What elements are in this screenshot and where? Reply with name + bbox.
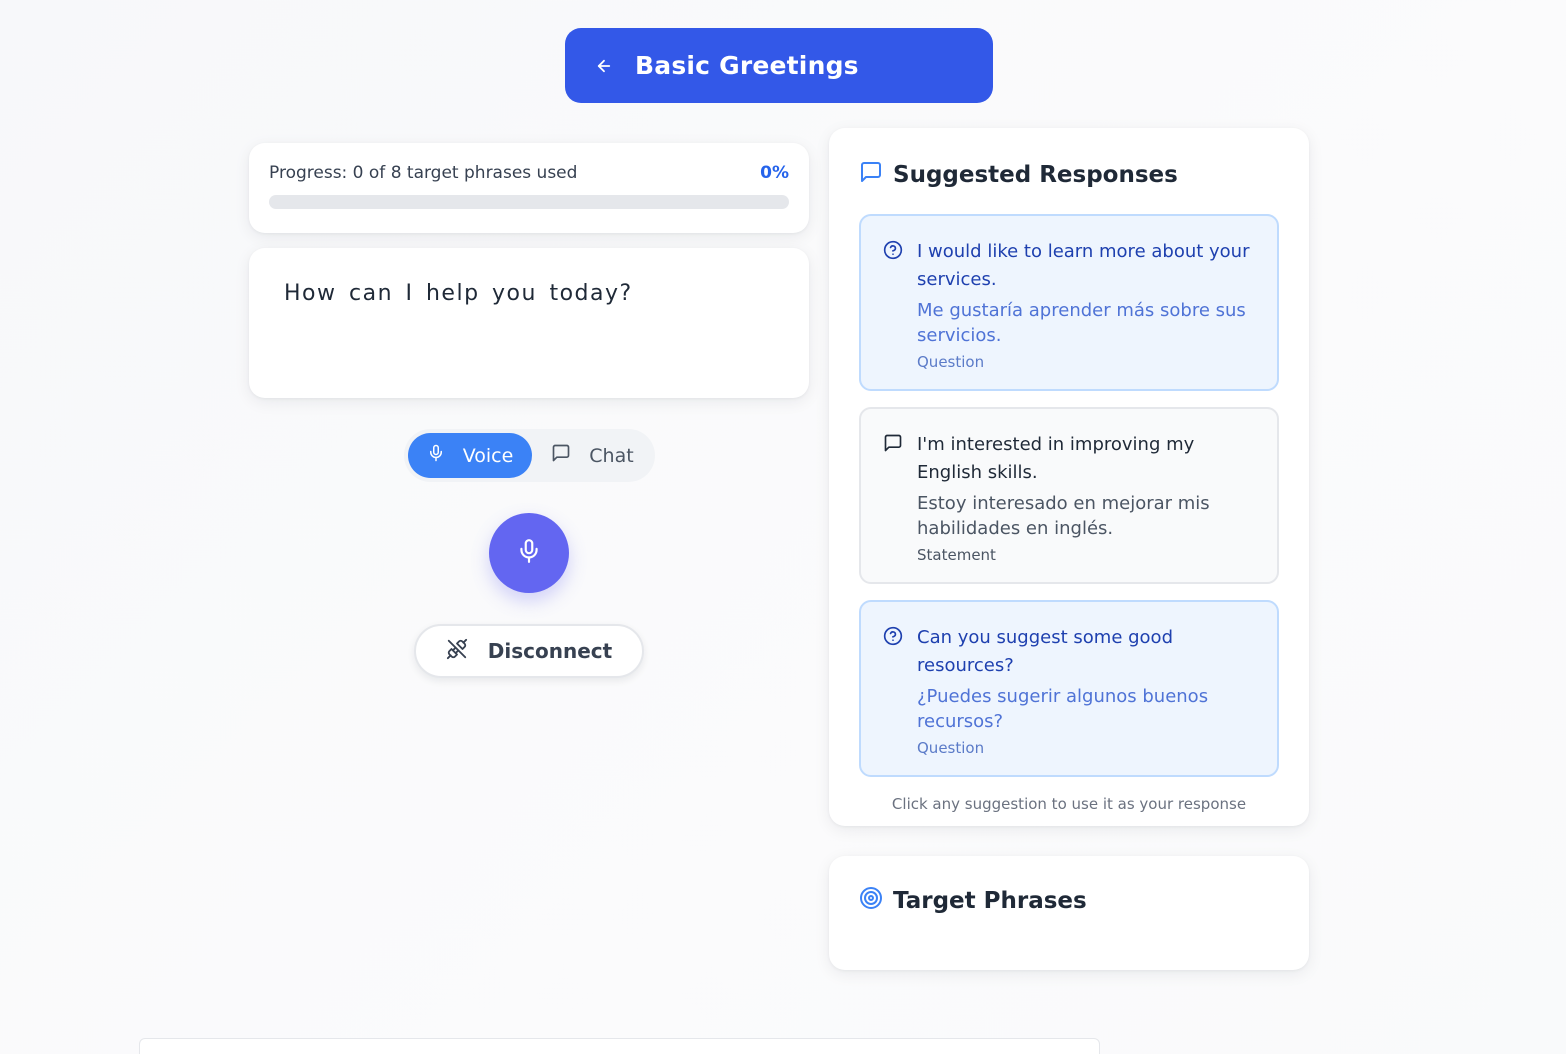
mode-toggle: Voice Chat [404, 429, 655, 482]
suggestion-text: I would like to learn more about your se… [917, 241, 1250, 290]
suggestion-item[interactable]: I would like to learn more about your se… [859, 214, 1279, 391]
ai-prompt-text: How can I help you today? [284, 281, 633, 306]
chat-mode-label: Chat [589, 444, 634, 467]
suggestion-item[interactable]: I'm interested in improving my English s… [859, 407, 1279, 584]
target-phrases-panel: Target Phrases [829, 856, 1309, 970]
disconnect-button[interactable]: Disconnect [414, 624, 644, 678]
suggestion-text: Can you suggest some good resources? [917, 627, 1173, 676]
suggestion-item[interactable]: Can you suggest some good resources? ¿Pu… [859, 600, 1279, 777]
suggestion-translation: Me gustaría aprender más sobre sus servi… [917, 300, 1246, 346]
suggestion-hint: Click any suggestion to use it as your r… [891, 795, 1247, 813]
microphone-icon [516, 536, 542, 570]
suggestion-translation: ¿Puedes sugerir algunos buenos recursos? [917, 686, 1209, 732]
ai-prompt-card: How can I help you today? [249, 248, 809, 398]
suggested-responses-panel: Suggested Responses I would like to lear… [829, 128, 1309, 826]
progress-percent: 0% [760, 163, 789, 183]
suggestion-text: I'm interested in improving my English s… [917, 434, 1195, 483]
unplug-icon [446, 638, 468, 665]
message-square-icon [859, 160, 883, 190]
help-circle-icon [883, 624, 903, 757]
lesson-header: Basic Greetings [565, 28, 993, 103]
bottom-panel [139, 1038, 1100, 1054]
arrow-left-icon[interactable] [595, 56, 615, 76]
message-square-icon [883, 431, 903, 564]
voice-mode-button[interactable]: Voice [408, 433, 532, 478]
lesson-title: Basic Greetings [635, 51, 859, 80]
suggested-responses-title: Suggested Responses [893, 162, 1178, 188]
microphone-icon [427, 443, 445, 468]
record-microphone-button[interactable] [489, 513, 569, 593]
target-phrases-title: Target Phrases [893, 888, 1087, 914]
voice-mode-label: Voice [462, 444, 514, 467]
suggestion-type: Statement [917, 546, 996, 564]
chat-bubble-icon [551, 443, 571, 468]
chat-mode-button[interactable]: Chat [534, 433, 651, 478]
help-circle-icon [883, 238, 903, 371]
suggestion-type: Question [917, 353, 985, 371]
suggestion-translation: Estoy interesado en mejorar mis habilida… [917, 493, 1210, 539]
disconnect-label: Disconnect [487, 639, 613, 663]
progress-bar [269, 195, 789, 209]
progress-label: Progress: 0 of 8 target phrases used [269, 163, 578, 183]
suggestion-type: Question [917, 739, 985, 757]
progress-card: Progress: 0 of 8 target phrases used 0% [249, 143, 809, 233]
target-icon [859, 886, 883, 916]
